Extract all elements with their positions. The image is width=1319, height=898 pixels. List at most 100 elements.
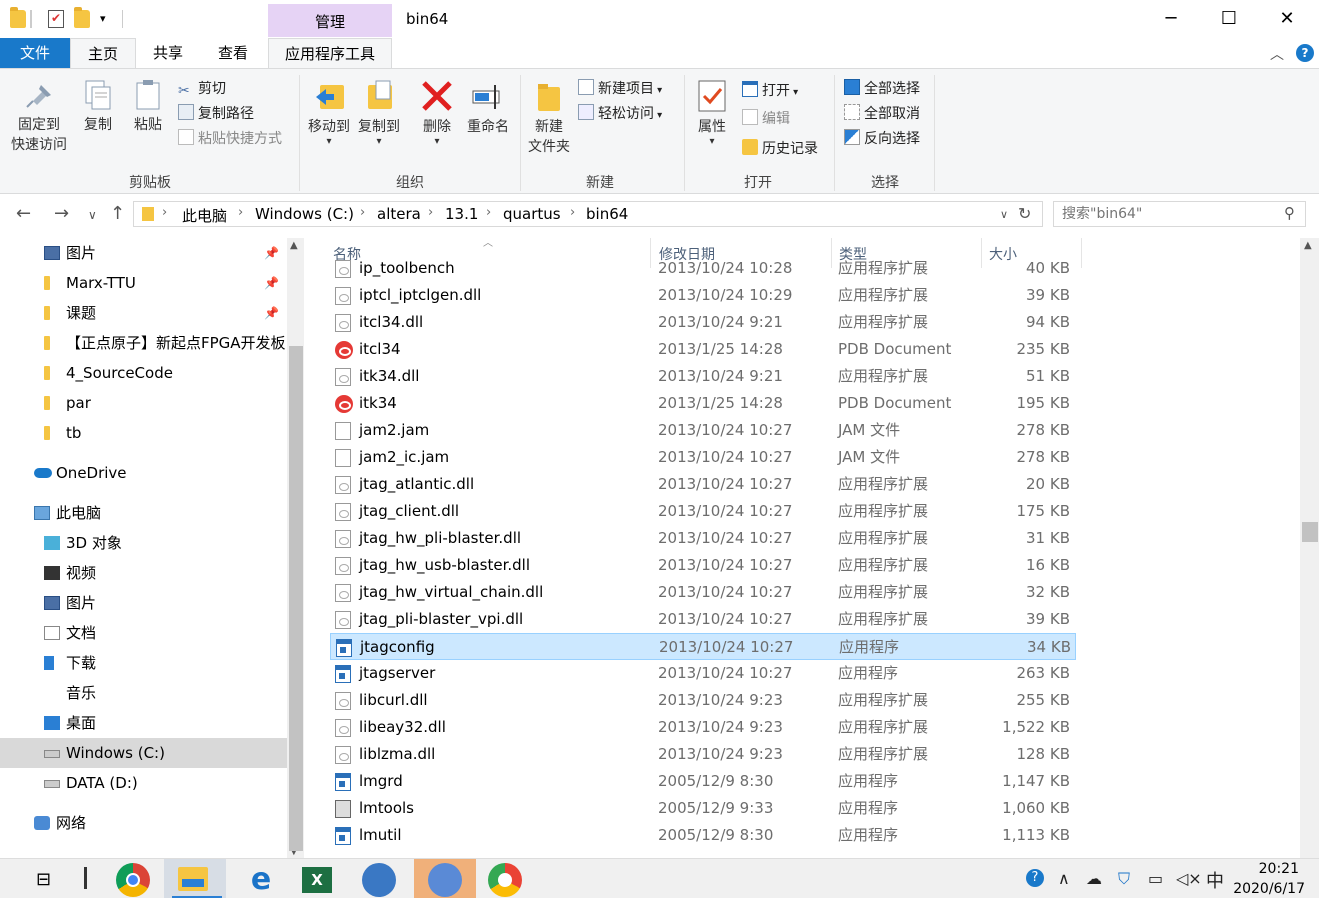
- excel-icon[interactable]: X: [302, 867, 332, 893]
- file-row[interactable]: liblzma.dll 2013/10/24 9:23 应用程序扩展 128 KB: [330, 741, 1076, 768]
- nav-pc-item[interactable]: 音乐: [0, 678, 287, 708]
- nav-pc-item[interactable]: 下载: [0, 648, 287, 678]
- nav-onedrive[interactable]: OneDrive: [0, 458, 287, 488]
- paste-shortcut-button[interactable]: 粘贴快捷方式: [178, 127, 282, 151]
- nav-pc-item[interactable]: 3D 对象: [0, 528, 287, 558]
- tab-home[interactable]: 主页: [70, 38, 136, 68]
- file-row[interactable]: itk34 2013/1/25 14:28 PDB Document 195 KB: [330, 390, 1076, 417]
- clock-time[interactable]: 20:21: [1259, 861, 1299, 877]
- tab-share[interactable]: 共享: [136, 38, 200, 68]
- file-row[interactable]: jtagconfig 2013/10/24 10:27 应用程序 34 KB: [330, 633, 1076, 660]
- back-arrow-icon[interactable]: ←: [16, 203, 31, 224]
- breadcrumb-this-pc[interactable]: 此电脑: [182, 205, 227, 226]
- security-shield-icon[interactable]: ⛉: [1118, 869, 1130, 889]
- nav-quick-item[interactable]: tb: [0, 418, 287, 448]
- breadcrumb-quartus[interactable]: quartus: [503, 205, 561, 223]
- file-scrollbar[interactable]: ▲: [1300, 238, 1319, 858]
- recent-locations-chevron-icon[interactable]: ∨: [88, 208, 97, 222]
- help-tray-icon[interactable]: ?: [1026, 869, 1044, 887]
- file-scroll-up-icon[interactable]: ▲: [1304, 240, 1312, 251]
- new-folder-button[interactable]: 新建 文件夹: [524, 79, 574, 157]
- nav-this-pc[interactable]: 此电脑: [0, 498, 287, 528]
- invert-selection-button[interactable]: 反向选择: [844, 127, 920, 151]
- file-row[interactable]: lmtools 2005/12/9 9:33 应用程序 1,060 KB: [330, 795, 1076, 822]
- nav-scroll-up-icon[interactable]: ▲: [290, 240, 298, 251]
- help-icon[interactable]: ?: [1296, 44, 1314, 62]
- app-icon[interactable]: [428, 863, 462, 897]
- pin-quick-access-button[interactable]: 固定到 快速访问: [6, 79, 72, 155]
- file-row[interactable]: itcl34 2013/1/25 14:28 PDB Document 235 KB: [330, 336, 1076, 363]
- file-scroll-thumb[interactable]: [1302, 522, 1318, 542]
- nav-pc-item[interactable]: DATA (D:): [0, 768, 287, 798]
- chrome-icon[interactable]: [116, 863, 150, 897]
- nav-quick-item[interactable]: 4_SourceCode: [0, 358, 287, 388]
- file-row[interactable]: jtag_hw_pli-blaster.dll 2013/10/24 10:27 应…: [330, 525, 1076, 552]
- rename-button[interactable]: 重命名: [462, 79, 514, 137]
- nav-quick-item[interactable]: par: [0, 388, 287, 418]
- nav-pc-item[interactable]: 桌面: [0, 708, 287, 738]
- search-box[interactable]: ⚲: [1053, 201, 1306, 227]
- file-row[interactable]: lmgrd 2005/12/9 8:30 应用程序 1,147 KB: [330, 768, 1076, 795]
- nav-quick-item[interactable]: 图片 📌: [0, 238, 287, 268]
- file-row[interactable]: iptcl_iptclgen.dll 2013/10/24 10:29 应用程序扩展…: [330, 282, 1076, 309]
- nav-pc-item[interactable]: 图片: [0, 588, 287, 618]
- nav-scroll-thumb[interactable]: [289, 346, 303, 851]
- column-divider[interactable]: [1081, 238, 1082, 268]
- nav-quick-item[interactable]: 【正点原子】新起点FPGA开发板: [0, 328, 287, 358]
- select-all-button[interactable]: 全部选择: [844, 77, 920, 101]
- maximize-button[interactable]: ☐: [1200, 0, 1258, 38]
- breadcrumb-bin64[interactable]: bin64: [586, 205, 628, 223]
- file-row[interactable]: libcurl.dll 2013/10/24 9:23 应用程序扩展 255 KB: [330, 687, 1076, 714]
- copy-button[interactable]: 复制: [76, 79, 120, 135]
- refresh-icon[interactable]: ↻: [1018, 204, 1031, 223]
- nav-pc-item[interactable]: 文档: [0, 618, 287, 648]
- up-arrow-icon[interactable]: ↑: [110, 203, 125, 224]
- copy-path-button[interactable]: 复制路径: [178, 102, 254, 126]
- nav-quick-item[interactable]: Marx-TTU 📌: [0, 268, 287, 298]
- file-row[interactable]: itcl34.dll 2013/10/24 9:21 应用程序扩展 94 KB: [330, 309, 1076, 336]
- show-hidden-icons-chevron-icon[interactable]: ∧: [1058, 869, 1070, 888]
- file-row[interactable]: jam2.jam 2013/10/24 10:27 JAM 文件 278 KB: [330, 417, 1076, 444]
- address-bar[interactable]: › 此电脑 › Windows (C:) › altera › 13.1 › q…: [133, 201, 1043, 227]
- file-row[interactable]: jtag_hw_virtual_chain.dll 2013/10/24 10:2…: [330, 579, 1076, 606]
- edit-button[interactable]: 编辑: [742, 107, 790, 131]
- collapse-ribbon-icon[interactable]: ︿: [1270, 44, 1284, 64]
- open-button[interactable]: 打开 ▾: [742, 79, 798, 103]
- chrome-variant-icon[interactable]: [488, 863, 522, 897]
- nav-network[interactable]: 网络: [0, 808, 287, 838]
- onedrive-tray-icon[interactable]: ☁: [1086, 869, 1102, 888]
- nav-quick-item[interactable]: 课题 📌: [0, 298, 287, 328]
- file-explorer-icon[interactable]: [178, 867, 208, 891]
- breadcrumb-13-1[interactable]: 13.1: [445, 205, 478, 223]
- file-row[interactable]: jtag_client.dll 2013/10/24 10:27 应用程序扩展 175…: [330, 498, 1076, 525]
- tab-view[interactable]: 查看: [200, 38, 266, 68]
- history-button[interactable]: 历史记录: [742, 137, 818, 161]
- volume-muted-icon[interactable]: ◁×: [1176, 869, 1202, 888]
- delete-button[interactable]: 删除 ▾: [414, 79, 460, 147]
- new-item-button[interactable]: 新建项目 ▾: [578, 77, 662, 101]
- address-dropdown-chevron-icon[interactable]: ∨: [1000, 208, 1008, 221]
- cut-button[interactable]: ✂ 剪切: [178, 77, 226, 101]
- task-view-icon[interactable]: ⊟: [36, 869, 51, 890]
- file-row[interactable]: jtag_hw_usb-blaster.dll 2013/10/24 10:27 应…: [330, 552, 1076, 579]
- minimize-button[interactable]: ─: [1142, 0, 1200, 38]
- edge-icon[interactable]: e: [244, 863, 278, 897]
- breadcrumb-windows-c[interactable]: Windows (C:): [255, 205, 354, 223]
- paste-button[interactable]: 粘贴: [126, 79, 170, 135]
- file-row[interactable]: jtagserver 2013/10/24 10:27 应用程序 263 KB: [330, 660, 1076, 687]
- ime-indicator[interactable]: 中: [1206, 867, 1224, 893]
- easy-access-button[interactable]: 轻松访问 ▾: [578, 102, 662, 126]
- file-row[interactable]: itk34.dll 2013/10/24 9:21 应用程序扩展 51 KB: [330, 363, 1076, 390]
- nav-pc-item[interactable]: 视频: [0, 558, 287, 588]
- move-to-button[interactable]: 移动到 ▾: [305, 79, 353, 147]
- battery-icon[interactable]: ▭: [1148, 869, 1163, 888]
- file-row[interactable]: jam2_ic.jam 2013/10/24 10:27 JAM 文件 278 KB: [330, 444, 1076, 471]
- properties-button[interactable]: 属性 ▾: [690, 79, 734, 147]
- breadcrumb-altera[interactable]: altera: [377, 205, 421, 223]
- properties-qat-icon[interactable]: ✔: [48, 10, 64, 28]
- select-none-button[interactable]: 全部取消: [844, 102, 920, 126]
- clock-date[interactable]: 2020/6/17: [1233, 881, 1305, 897]
- qat-customize-icon[interactable]: ▾: [100, 12, 106, 25]
- file-row[interactable]: jtag_pli-blaster_vpi.dll 2013/10/24 10:27…: [330, 606, 1076, 633]
- nav-pc-item[interactable]: Windows (C:): [0, 738, 287, 768]
